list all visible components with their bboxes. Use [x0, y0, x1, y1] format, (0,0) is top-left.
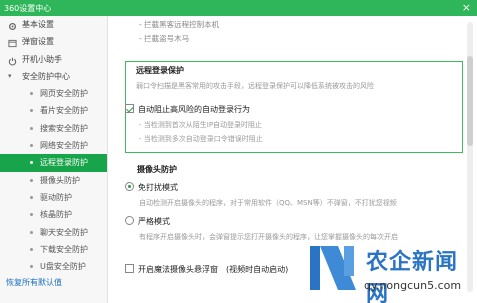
power-icon [8, 55, 17, 66]
sidebar-item-label: 摄像头防护 [40, 175, 80, 185]
sidebar-item-label: 远程登录防护 [40, 158, 88, 168]
auto-block-checkbox-row[interactable]: 自动阻止高风险的自动登录行为 [125, 104, 250, 115]
watermark-logo-icon [310, 246, 356, 290]
sidebar-item-label: 下载安全防护 [40, 244, 88, 254]
strict-mode-radio[interactable] [125, 216, 134, 225]
sidebar-item[interactable]: 远程登录防护 [0, 154, 107, 172]
bullet-icon [30, 213, 33, 217]
quiet-mode-radio[interactable] [125, 182, 134, 191]
sidebar-item-label: 安全防护中心 [22, 71, 70, 81]
sidebar-item[interactable]: 开机小助手 [0, 51, 107, 68]
floating-window-checkbox-row[interactable]: 开启魔法摄像头悬浮窗 (视频时自动启动) [125, 264, 288, 275]
sidebar-item[interactable]: 搜索安全防护 [0, 120, 107, 137]
window-title: 360设置中心 [4, 4, 52, 13]
title-bar: 360设置中心 × [0, 0, 477, 16]
sidebar-nav: 基本设置弹窗设置开机小助手 ▾ 安全防护中心网页安全防护 看片安全防护 搜索安全防护 网络… [0, 16, 107, 275]
section-title: 远程登录保护 [136, 66, 184, 75]
auto-block-checkbox[interactable] [125, 104, 134, 113]
mode-radio-row[interactable]: 免打扰模式 [125, 182, 178, 193]
sidebar-item-label: 聊天安全防护 [40, 227, 88, 237]
radio-label: 严格模式 [138, 217, 170, 226]
sidebar-item[interactable]: 核晶防护 [0, 206, 107, 223]
window-icon [8, 37, 17, 48]
sidebar-item-label: 弹窗设置 [22, 37, 54, 47]
sidebar-item-label: 搜索安全防护 [40, 123, 88, 133]
mode-radio-row[interactable]: 严格模式 [125, 216, 170, 227]
sidebar-item-label: 看片安全防护 [40, 106, 88, 116]
watermark-url: qy.nongcun5.com [364, 279, 462, 292]
caret-down-icon: ▾ [8, 71, 12, 80]
bullet-icon [30, 144, 33, 148]
bullet-icon [30, 247, 33, 251]
sidebar-item-label: 基本设置 [22, 20, 54, 29]
bullet-icon [30, 178, 33, 182]
section-desc: 弱口令扫描是黑客常用的攻击手段，远程登录保护可以降低系统被攻击的风险 [136, 82, 374, 90]
sidebar-item-label: 驱动防护 [40, 192, 72, 202]
checkbox-label: 自动阻止高风险的自动登录行为 [138, 105, 250, 114]
option-desc: 自动检测开启摄像头的程序，对于常用软件（QQ、MSN等）不弹窗，不打扰您视频 [139, 199, 397, 207]
bullet-icon [30, 230, 33, 234]
sidebar-item-label: 网页安全防护 [40, 89, 88, 99]
bullet-icon [30, 109, 33, 113]
restore-defaults-link[interactable]: 恢复所有默认值 [6, 277, 62, 288]
sidebar-item-label: 核晶防护 [40, 210, 72, 220]
bullet-icon [30, 265, 33, 269]
list-item: - 拦截黑客远程控制本机 [139, 20, 220, 29]
scrollbar-thumb[interactable] [467, 56, 473, 146]
bullet-icon [30, 161, 33, 165]
sidebar-item[interactable]: ▾ 安全防护中心 [0, 68, 107, 85]
radio-label: 免打扰模式 [138, 183, 178, 192]
sidebar-item-label: 网络安全防护 [40, 141, 88, 151]
sidebar: 基本设置弹窗设置开机小助手 ▾ 安全防护中心网页安全防护 看片安全防护 搜索安全防护 网络… [0, 16, 108, 303]
sidebar-item[interactable]: 聊天安全防护 [0, 224, 107, 241]
bullet-icon [30, 126, 33, 130]
sidebar-item-label: 开机小助手 [22, 54, 62, 64]
sidebar-item[interactable]: 下载安全防护 [0, 241, 107, 258]
list-item: - 当检测到多次自动登录口令错误时阻止 [139, 135, 263, 143]
sidebar-item[interactable]: 摄像头防护 [0, 172, 107, 189]
sidebar-item[interactable]: 驱动防护 [0, 189, 107, 206]
floating-window-checkbox[interactable] [125, 264, 134, 273]
watermark: 农企新闻网 qy.nongcun5.com [308, 242, 477, 303]
sidebar-item-label: U盘安全防护 [40, 262, 86, 272]
bullet-icon [30, 195, 33, 199]
watermark-text: 农企新闻网 [366, 250, 459, 303]
sidebar-item[interactable]: 弹窗设置 [0, 33, 107, 50]
checkbox-label: 开启魔法摄像头悬浮窗 (视频时自动启动) [138, 265, 289, 274]
list-item: - 拦截盗号木马 [139, 34, 190, 43]
sidebar-item[interactable]: U盘安全防护 [0, 258, 107, 275]
sidebar-item[interactable]: 网页安全防护 [0, 85, 107, 102]
close-icon[interactable]: × [462, 1, 471, 14]
gear-icon [8, 20, 17, 31]
option-desc: 有程序开启摄像头时，会弹窗提示您打开摄像头的程序，让您掌握摄像头的每次开启 [139, 233, 398, 241]
list-item: - 当检测到首次从陌生IP自动登录时阻止 [139, 121, 263, 129]
sidebar-item[interactable]: 基本设置 [0, 16, 107, 33]
camera-section-title: 摄像头防护 [137, 165, 177, 174]
sidebar-item[interactable]: 网络安全防护 [0, 137, 107, 154]
bullet-icon [30, 92, 33, 96]
sidebar-item[interactable]: 看片安全防护 [0, 102, 107, 119]
